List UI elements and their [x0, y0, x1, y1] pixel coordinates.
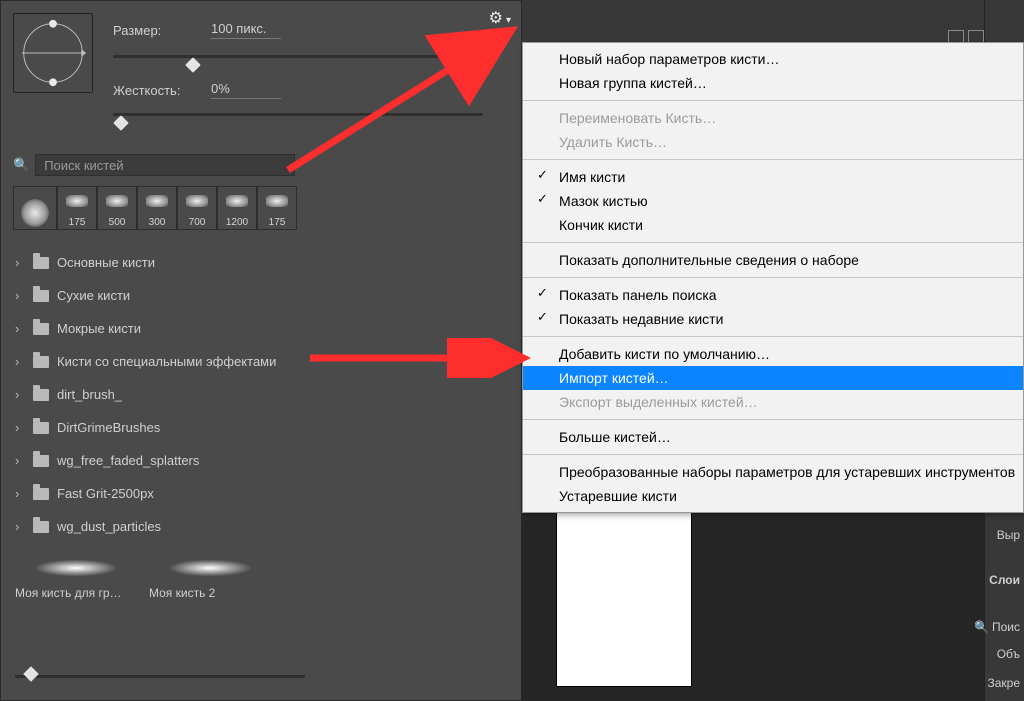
folder-icon [33, 488, 49, 500]
brush-folder[interactable]: ›Кисти со специальными эффектами [11, 345, 511, 378]
brush-thumbnail[interactable]: Моя кисть 2 [149, 556, 271, 600]
menu-item: Экспорт выделенных кистей… [523, 390, 1023, 414]
brush-folder[interactable]: ›Мокрые кисти [11, 312, 511, 345]
menu-item[interactable]: Показать недавние кисти [523, 307, 1023, 331]
search-icon: 🔍 [13, 157, 29, 173]
menu-item[interactable]: Показать панель поиска [523, 283, 1023, 307]
recent-brush[interactable]: 175 [57, 186, 97, 230]
menu-item[interactable]: Кончик кисти [523, 213, 1023, 237]
panel-options-button[interactable]: ⚙▾ [483, 5, 517, 31]
chevron-right-icon: › [15, 387, 25, 402]
recent-brush[interactable]: 1200 [217, 186, 257, 230]
brush-search-input[interactable] [35, 154, 295, 176]
menu-separator [523, 336, 1023, 337]
brush-folder[interactable]: ›wg_free_faded_splatters [11, 444, 511, 477]
menu-item[interactable]: Мазок кистью [523, 189, 1023, 213]
brush-folder[interactable]: ›Основные кисти [11, 246, 511, 279]
menu-item[interactable]: Имя кисти [523, 165, 1023, 189]
menu-item: Переименовать Кисть… [523, 106, 1023, 130]
hardness-label: Жесткость: [113, 83, 180, 98]
brush-folder[interactable]: ›Fast Grit-2500px [11, 477, 511, 510]
brush-folder[interactable]: ›Сухие кисти [11, 279, 511, 312]
folder-icon [33, 257, 49, 269]
size-slider-track[interactable] [113, 55, 483, 58]
menu-item[interactable]: Больше кистей… [523, 425, 1023, 449]
menu-item[interactable]: Преобразованные наборы параметров для ус… [523, 460, 1023, 484]
brush-folder[interactable]: ›dirt_brush_ [11, 378, 511, 411]
user-brush-thumbnails: Моя кисть для гр… Моя кисть 2 [15, 556, 271, 600]
recent-brushes-strip: 175 500 300 700 1200 175 [13, 186, 297, 230]
folder-icon [33, 389, 49, 401]
thumbnail-size-slider[interactable] [15, 675, 305, 678]
menu-item[interactable]: Новая группа кистей… [523, 71, 1023, 95]
size-label: Размер: [113, 23, 161, 38]
folder-icon [33, 323, 49, 335]
chevron-right-icon: › [15, 288, 25, 303]
hardness-value-field[interactable]: 0% [211, 79, 281, 99]
menu-separator [523, 159, 1023, 160]
recent-brush[interactable]: 700 [177, 186, 217, 230]
chevron-right-icon: › [15, 420, 25, 435]
brush-settings-area: Размер: 100 пикс. Жесткость: 0% [1, 1, 521, 121]
layers-obj-row: Объ [997, 647, 1020, 661]
hardness-slider-thumb[interactable] [113, 115, 129, 131]
brush-panel-context-menu: Новый набор параметров кисти…Новая групп… [522, 42, 1024, 513]
recent-brush[interactable]: 300 [137, 186, 177, 230]
size-slider-thumb[interactable] [185, 57, 201, 73]
layers-panel-tab[interactable]: Слои [989, 573, 1020, 587]
recent-brush[interactable]: 500 [97, 186, 137, 230]
chevron-right-icon: › [15, 255, 25, 270]
chevron-down-icon: ▾ [506, 15, 511, 26]
brush-thumbnail[interactable]: Моя кисть для гр… [15, 556, 137, 600]
recent-brush[interactable]: 175 [257, 186, 297, 230]
chevron-right-icon: › [15, 453, 25, 468]
brush-tip-preview[interactable] [13, 13, 93, 93]
folder-icon [33, 290, 49, 302]
chevron-right-icon: › [15, 354, 25, 369]
folder-icon [33, 422, 49, 434]
chevron-right-icon: › [15, 519, 25, 534]
chevron-right-icon: › [15, 486, 25, 501]
brush-folder[interactable]: ›wg_dust_particles [11, 510, 511, 543]
recent-brush[interactable] [13, 186, 57, 230]
menu-item[interactable]: Добавить кисти по умолчанию… [523, 342, 1023, 366]
brush-folder-list: ›Основные кисти ›Сухие кисти ›Мокрые кис… [11, 246, 511, 543]
menu-item: Удалить Кисть… [523, 130, 1023, 154]
brush-search-row: 🔍 [13, 151, 313, 179]
chevron-right-icon: › [15, 321, 25, 336]
menu-item[interactable]: Показать дополнительные сведения о набор… [523, 248, 1023, 272]
folder-icon [33, 455, 49, 467]
brush-folder[interactable]: ›DirtGrimeBrushes [11, 411, 511, 444]
layers-lock-row: Закре [987, 676, 1020, 690]
layers-filter-row[interactable]: 🔍Поис [974, 620, 1020, 634]
menu-separator [523, 454, 1023, 455]
search-icon: 🔍 [974, 620, 989, 634]
hardness-slider-track[interactable] [113, 113, 483, 116]
menu-separator [523, 100, 1023, 101]
panel-section-sub: Выр [997, 528, 1020, 542]
menu-separator [523, 277, 1023, 278]
thumbnail-size-thumb[interactable] [23, 666, 39, 682]
size-value-field[interactable]: 100 пикс. [211, 19, 281, 39]
folder-icon [33, 356, 49, 368]
menu-separator [523, 419, 1023, 420]
gear-icon: ⚙ [489, 10, 503, 27]
menu-item[interactable]: Импорт кистей… [523, 366, 1023, 390]
brush-presets-panel: Размер: 100 пикс. Жесткость: 0% ⚙▾ 🔍 175… [0, 0, 522, 701]
menu-item[interactable]: Устаревшие кисти [523, 484, 1023, 508]
folder-icon [33, 521, 49, 533]
menu-item[interactable]: Новый набор параметров кисти… [523, 47, 1023, 71]
menu-separator [523, 242, 1023, 243]
